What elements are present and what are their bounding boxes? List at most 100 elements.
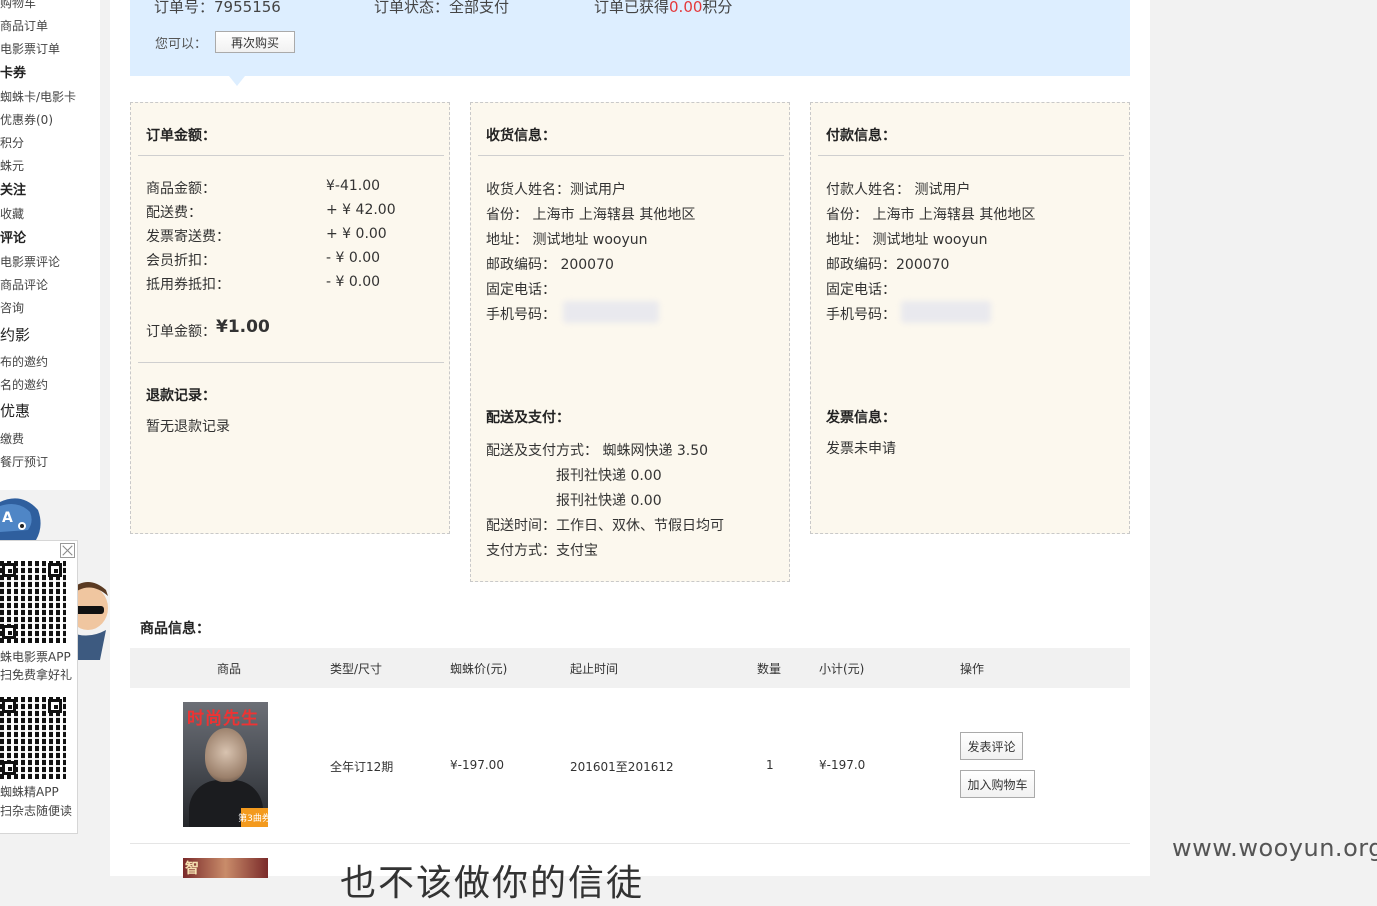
sidebar-section-coupons: 卡券 bbox=[0, 66, 27, 81]
consignee-landline: 固定电话： bbox=[486, 282, 556, 298]
voucher-deduction-value: - ¥ 0.00 bbox=[326, 274, 381, 290]
consignee-name: 收货人姓名：测试用户 bbox=[486, 182, 626, 198]
qr-code-movie-app bbox=[0, 561, 66, 643]
qr-caption-magazine-read: 扫杂志随便读 bbox=[0, 804, 73, 818]
magazine-cover-image[interactable]: 智 bbox=[183, 858, 268, 878]
account-sidebar: 购物车 商品订单 电影票订单 卡券 蜘蛛卡/电影卡 优惠券(0) 积分 蛛元 关… bbox=[0, 0, 100, 490]
payer-province: 省份： 上海市 上海辖县 其他地区 bbox=[826, 207, 1036, 223]
sidebar-section-deals: 优惠 bbox=[0, 402, 31, 420]
cover-portrait bbox=[205, 728, 247, 782]
sidebar-item-inquiries[interactable]: 咨询 bbox=[0, 299, 24, 316]
order-number: 订单号：7955156 bbox=[154, 0, 281, 16]
consignee-postcode: 邮政编码： 200070 bbox=[486, 257, 614, 273]
shipping-fee-label: 配送费： bbox=[146, 205, 202, 221]
order-total-value: ¥1.00 bbox=[216, 317, 270, 337]
payer-postcode: 邮政编码：200070 bbox=[826, 257, 950, 273]
payer-landline: 固定电话： bbox=[826, 282, 896, 298]
goods-period: 201601至201612 bbox=[570, 760, 674, 774]
shipping-info-title: 收货信息： bbox=[486, 128, 556, 144]
sidebar-item-bill-pay[interactable]: 缴费 bbox=[0, 430, 24, 447]
column-header-actions: 操作 bbox=[960, 662, 985, 676]
you-can-label: 您可以： bbox=[155, 37, 208, 52]
goods-amount-value: ¥-41.00 bbox=[326, 178, 381, 194]
order-points: 订单已获得0.00积分 bbox=[594, 0, 733, 16]
sidebar-item-joined-invites[interactable]: 名的邀约 bbox=[0, 376, 48, 393]
shipping-info-card: 收货信息： 收货人姓名：测试用户 省份： 上海市 上海辖县 其他地区 地址： 测… bbox=[470, 102, 790, 582]
watermark: www.wooyun.org bbox=[1172, 834, 1377, 862]
order-amount-title: 订单金额： bbox=[146, 128, 216, 144]
divider bbox=[138, 155, 444, 156]
refund-record-text: 暂无退款记录 bbox=[146, 419, 230, 435]
add-to-cart-button[interactable]: 加入购物车 bbox=[960, 770, 1035, 798]
goods-amount-label: 商品金额： bbox=[146, 181, 216, 197]
payment-method: 支付方式：支付宝 bbox=[486, 543, 598, 559]
cover-title: 智 bbox=[185, 861, 199, 877]
delivery-payment-title: 配送及支付： bbox=[486, 410, 570, 426]
goods-table-header: 商品 类型/尺寸 蜘蛛价(元) 起止时间 数量 小计(元) 操作 bbox=[130, 648, 1130, 688]
qr-caption-movie-app: 蛛电影票APP bbox=[0, 650, 71, 664]
order-summary-bar: 订单号：7955156 订单状态：全部支付 订单已获得0.00积分 您可以： 再… bbox=[130, 0, 1130, 76]
order-total-label: 订单金额： bbox=[146, 324, 216, 340]
payment-info-card: 付款信息： 付款人姓名： 测试用户 省份： 上海市 上海辖县 其他地区 地址： … bbox=[810, 102, 1130, 534]
summary-pointer-arrow bbox=[229, 76, 245, 86]
redacted-mobile-number bbox=[901, 301, 991, 323]
delivery-method: 配送及支付方式： 蜘蛛网快递 3.50 bbox=[486, 443, 709, 459]
consignee-mobile-label: 手机号码： bbox=[486, 307, 556, 323]
cover-badge: 第3曲券 bbox=[238, 808, 268, 827]
sidebar-item-restaurant[interactable]: 餐厅预订 bbox=[0, 453, 48, 470]
delivery-method-extra: 报刊社快递 0.00 bbox=[556, 468, 662, 484]
sidebar-item-goods-orders[interactable]: 商品订单 bbox=[0, 17, 48, 34]
order-amount-card: 订单金额： 商品金额： ¥-41.00 配送费： + ¥ 42.00 发票寄送费… bbox=[130, 102, 450, 534]
goods-quantity: 1 bbox=[766, 758, 774, 772]
divider bbox=[138, 362, 444, 363]
table-row-divider bbox=[130, 843, 1130, 844]
payer-name: 付款人姓名： 测试用户 bbox=[826, 182, 971, 198]
payer-mobile-label: 手机号码： bbox=[826, 307, 896, 323]
cover-title: 时尚先生 bbox=[187, 709, 259, 729]
sidebar-item-movie-orders[interactable]: 电影票订单 bbox=[0, 40, 60, 57]
sidebar-item-goods-reviews[interactable]: 商品评论 bbox=[0, 276, 48, 293]
goods-info-title: 商品信息： bbox=[140, 621, 210, 637]
member-discount-value: - ¥ 0.00 bbox=[326, 250, 381, 266]
invoice-fee-value: + ¥ 0.00 bbox=[326, 226, 387, 242]
qr-code-magazine-app bbox=[0, 697, 66, 779]
order-status: 订单状态：全部支付 bbox=[374, 0, 510, 16]
member-discount-label: 会员折扣： bbox=[146, 253, 216, 269]
divider bbox=[478, 155, 784, 156]
sidebar-section-follow: 关注 bbox=[0, 183, 27, 198]
sidebar-section-reviews: 评论 bbox=[0, 231, 27, 246]
payer-address: 地址： 测试地址 wooyun bbox=[826, 232, 988, 248]
post-review-button[interactable]: 发表评论 bbox=[960, 732, 1023, 760]
sidebar-item-cards[interactable]: 蜘蛛卡/电影卡 bbox=[0, 88, 76, 105]
svg-text:A: A bbox=[2, 510, 13, 526]
sidebar-item-posted-invites[interactable]: 布的邀约 bbox=[0, 353, 48, 370]
invoice-info-title: 发票信息： bbox=[826, 410, 896, 426]
invoice-status: 发票未申请 bbox=[826, 441, 896, 457]
column-header-subtotal: 小计(元) bbox=[819, 662, 865, 676]
consignee-address: 地址： 测试地址 wooyun bbox=[486, 232, 648, 248]
sidebar-item-cart[interactable]: 购物车 bbox=[0, 0, 36, 11]
delivery-method-extra: 报刊社快递 0.00 bbox=[556, 493, 662, 509]
rebuy-button[interactable]: 再次购买 bbox=[215, 31, 295, 53]
delivery-time: 配送时间：工作日、双休、节假日均可 bbox=[486, 518, 724, 534]
magazine-cover-image[interactable]: 时尚先生 第3曲券 bbox=[183, 702, 268, 827]
column-header-type: 类型/尺寸 bbox=[330, 662, 383, 676]
shipping-fee-value: + ¥ 42.00 bbox=[326, 202, 396, 218]
consignee-province: 省份： 上海市 上海辖县 其他地区 bbox=[486, 207, 696, 223]
voucher-deduction-label: 抵用券抵扣： bbox=[146, 277, 230, 293]
close-icon[interactable] bbox=[60, 543, 75, 558]
goods-type-size: 全年订12期 bbox=[330, 760, 394, 774]
qr-code-panel: 蛛电影票APP 扫免费拿好礼 蜘蛛精APP 扫杂志随便读 bbox=[0, 540, 78, 834]
sidebar-item-favorites[interactable]: 收藏 bbox=[0, 205, 24, 222]
sidebar-item-points[interactable]: 积分 bbox=[0, 134, 24, 151]
column-header-qty: 数量 bbox=[757, 662, 782, 676]
sidebar-item-spider-coins[interactable]: 蛛元 bbox=[0, 157, 24, 174]
banner-text: 也不该做你的信徒 bbox=[340, 863, 645, 904]
sidebar-item-movie-reviews[interactable]: 电影票评论 bbox=[0, 253, 60, 270]
sidebar-section-movie-dates: 约影 bbox=[0, 326, 31, 344]
sidebar-item-coupons[interactable]: 优惠券(0) bbox=[0, 111, 53, 128]
qr-caption-movie-gift: 扫免费拿好礼 bbox=[0, 668, 73, 682]
column-header-period: 起止时间 bbox=[570, 662, 619, 676]
divider bbox=[818, 155, 1124, 156]
invoice-fee-label: 发票寄送费： bbox=[146, 229, 230, 245]
